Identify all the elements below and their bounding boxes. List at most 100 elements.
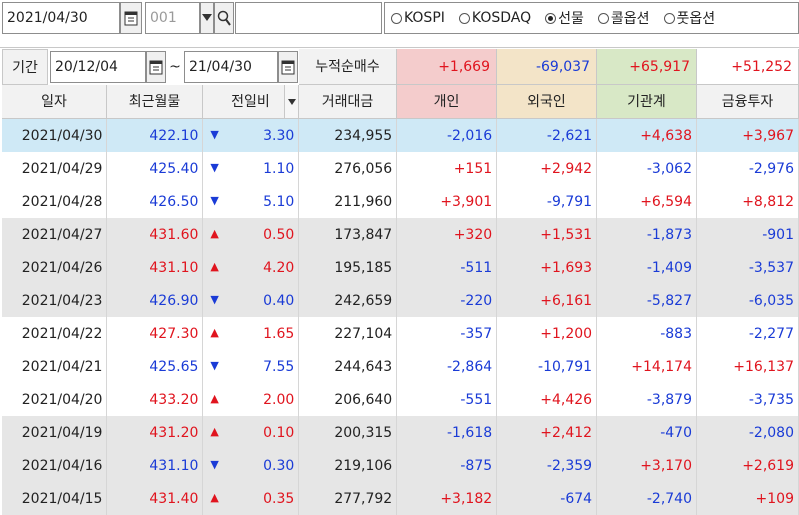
cell-individual-value: -357 [460,325,493,342]
cell-amount: 173,847 [298,218,398,251]
cell-change-value: 0.10 [263,424,295,441]
total-finance: +51,252 [697,49,799,85]
cell-date: 2021/04/27 [2,218,108,251]
col-header-date[interactable]: 일자 [2,85,107,119]
cell-foreign: -9,791 [496,185,598,218]
radio-kosdaq[interactable]: KOSDAQ [458,10,531,26]
cell-date: 2021/04/30 [2,119,108,152]
cell-foreign: -674 [496,482,598,515]
cell-front-month-value: 431.10 [149,457,199,474]
radio-call-option[interactable]: 콜옵션 [597,8,650,28]
cell-front-month-value: 433.20 [149,391,199,408]
cell-foreign-value: +4,426 [540,391,593,408]
cell-change: ▼ 1.10 [202,152,300,185]
table-row[interactable]: 2021/04/27 431.60 ▲ 0.50 173,847 +320 +1,531 -1… [2,218,799,251]
col-header-finance[interactable]: 금융투자 [697,85,799,119]
cell-individual-value: +3,182 [440,490,493,507]
table-row[interactable]: 2021/04/20 433.20 ▲ 2.00 206,640 -551 +4,426 -3… [2,383,799,416]
period-from-input[interactable]: 20/12/04 [50,51,146,83]
cell-finance-value: -2,080 [748,424,794,441]
period-from-calendar-button[interactable] [146,51,166,83]
cell-finance: +2,619 [696,449,799,482]
table-row[interactable]: 2021/04/21 425.65 ▼ 7.55 244,643 -2,864 -10,79… [2,350,799,383]
cell-front-month: 431.40 [106,482,204,515]
cell-date: 2021/04/20 [2,383,108,416]
cell-change: ▲ 4.20 [202,251,300,284]
cell-front-month-value: 431.40 [149,490,199,507]
table-row[interactable]: 2021/04/26 431.10 ▲ 4.20 195,185 -511 +1,693 -1… [2,251,799,284]
arrow-up-icon: ▲ [210,424,219,438]
col-header-amount[interactable]: 거래대금 [299,85,397,119]
cell-finance: -3,537 [696,251,799,284]
cell-date-value: 2021/04/19 [21,424,103,441]
cell-institution: -883 [596,317,697,350]
cell-front-month: 425.65 [106,350,204,383]
radio-futures[interactable]: 선물 [545,8,584,28]
col-header-foreign[interactable]: 외국인 [497,85,597,119]
cell-amount: 219,106 [298,449,398,482]
cell-foreign: +4,426 [496,383,598,416]
cell-institution: -3,062 [596,152,697,185]
cell-foreign-value: -10,791 [538,358,593,375]
arrow-up-icon: ▲ [210,226,219,240]
col-header-front-month[interactable]: 최근월물 [107,85,203,119]
cell-institution: +6,594 [596,185,697,218]
cell-date: 2021/04/16 [2,449,108,482]
table-row[interactable]: 2021/04/22 427.30 ▲ 1.65 227,104 -357 +1,200 -8… [2,317,799,350]
cell-change-value: 1.10 [263,160,295,177]
radio-put-option[interactable]: 풋옵션 [663,8,715,28]
code-input[interactable]: 001 [145,2,200,34]
cell-amount-value: 219,106 [334,457,393,474]
col-header-institution[interactable]: 기관계 [597,85,697,119]
cell-finance-value: +2,619 [742,457,794,474]
name-input[interactable] [235,2,382,34]
period-to-calendar-button[interactable] [278,51,298,83]
change-dropdown-button[interactable] [284,85,298,118]
table-row[interactable]: 2021/04/19 431.20 ▲ 0.10 200,315 -1,618 +2,412… [2,416,799,449]
table-row[interactable]: 2021/04/28 426.50 ▼ 5.10 211,960 +3,901 -9,791… [2,185,799,218]
cell-foreign-value: +2,412 [540,424,593,441]
table-row[interactable]: 2021/04/23 426.90 ▼ 0.40 242,659 -220 +6,161 -5… [2,284,799,317]
total-individual: +1,669 [397,49,497,85]
cell-date-value: 2021/04/21 [21,358,103,375]
code-dropdown-button[interactable] [200,2,214,34]
cell-amount-value: 211,960 [334,193,393,210]
cell-institution-value: -470 [660,424,692,441]
cell-amount: 227,104 [298,317,398,350]
cell-foreign-value: +1,693 [540,259,593,276]
calendar-button[interactable] [120,2,142,34]
total-institution: +65,917 [597,49,697,85]
col-header-individual[interactable]: 개인 [397,85,497,119]
radio-circle-icon [458,12,470,24]
cell-amount: 234,955 [298,119,398,152]
period-to-input[interactable]: 21/04/30 [184,51,278,83]
cell-change-value: 0.30 [263,457,295,474]
date-input[interactable]: 2021/04/30 [2,2,120,34]
cell-finance-value: -2,976 [748,160,794,177]
cell-change-value: 0.40 [263,292,295,309]
arrow-down-icon: ▼ [210,358,219,372]
cell-date-value: 2021/04/22 [21,325,103,342]
table-row[interactable]: 2021/04/29 425.40 ▼ 1.10 276,056 +151 +2,942 -3… [2,152,799,185]
cell-date-value: 2021/04/16 [21,457,103,474]
table-row[interactable]: 2021/04/30 422.10 ▼ 3.30 234,955 -2,016 -2,621… [2,119,799,152]
cell-change-value: 7.55 [263,358,295,375]
cell-amount-value: 227,104 [334,325,393,342]
table-row[interactable]: 2021/04/16 431.10 ▼ 0.30 219,106 -875 -2,359 +3… [2,449,799,482]
search-button[interactable] [214,2,234,34]
cell-change-value: 3.30 [263,127,295,144]
cell-front-month: 431.10 [106,251,204,284]
caret-down-icon [287,98,296,105]
cell-amount-value: 195,185 [334,259,393,276]
cell-front-month-value: 426.90 [149,292,199,309]
radio-kospi[interactable]: KOSPI [391,10,445,26]
table-row[interactable]: 2021/04/15 431.40 ▲ 0.35 277,792 +3,182 -674 -2… [2,482,799,515]
cell-institution: -1,409 [596,251,697,284]
cell-date-value: 2021/04/29 [21,160,103,177]
cell-foreign-value: -9,791 [546,193,593,210]
caret-down-icon [202,14,212,21]
cell-amount: 244,643 [298,350,398,383]
cell-change-value: 5.10 [263,193,295,210]
col-header-change[interactable]: 전일비 [203,85,299,119]
cell-foreign: +1,693 [496,251,598,284]
